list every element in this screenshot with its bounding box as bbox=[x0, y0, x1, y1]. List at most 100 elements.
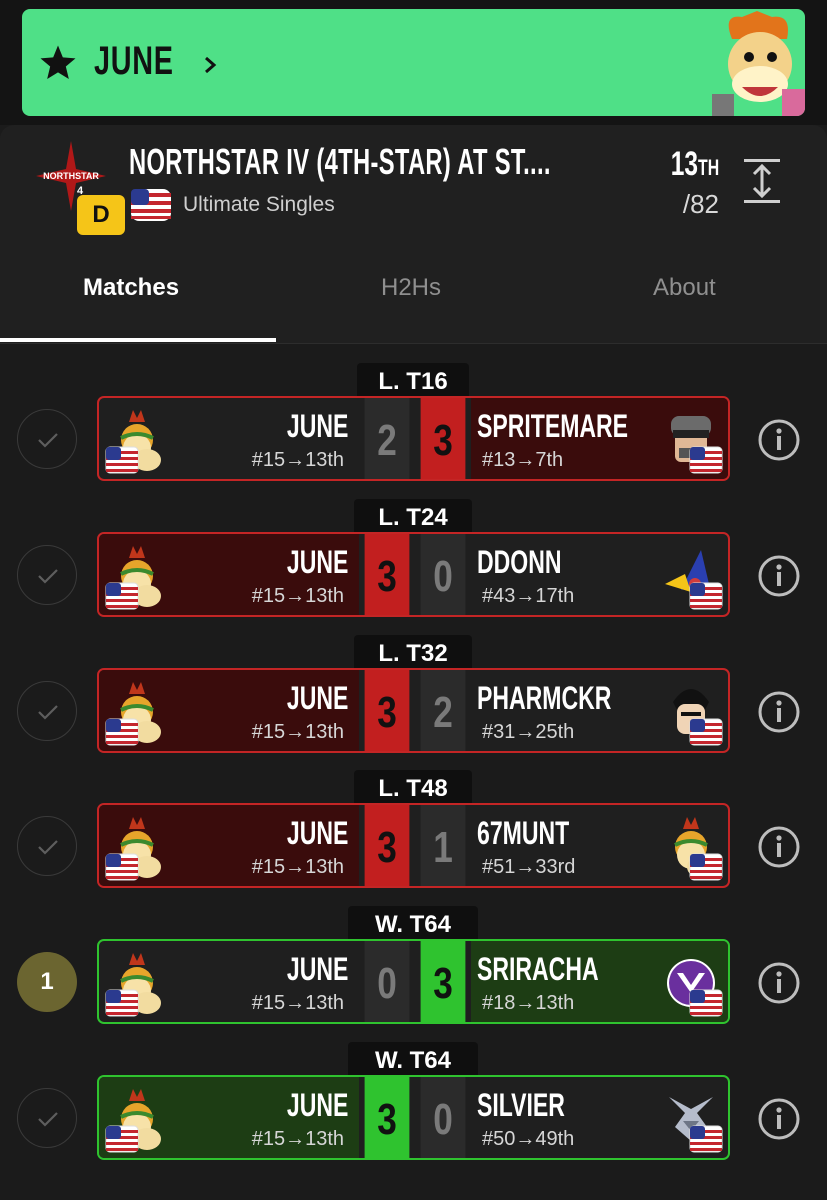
check-status[interactable] bbox=[17, 545, 77, 605]
check-icon bbox=[38, 705, 58, 720]
check-icon bbox=[38, 840, 58, 855]
right-player-name: PHARMCKR bbox=[477, 680, 612, 716]
right-player-seed: #43→17th bbox=[482, 585, 575, 607]
check-icon bbox=[38, 433, 58, 448]
set-box[interactable]: JUNE #15→13th 2 3 SPRITEMARE #13→7th bbox=[97, 396, 730, 481]
left-player-name: JUNE bbox=[286, 1087, 348, 1123]
set-box[interactable]: JUNE #15→13th 3 0 DDONN #43→17th bbox=[97, 532, 730, 617]
expand-icon[interactable] bbox=[742, 157, 782, 205]
player-avatar bbox=[712, 11, 805, 116]
right-player-name: SRIRACHA bbox=[477, 951, 599, 987]
match-row[interactable]: L. T16 JUNE #15→13th 2 3 SPRITEMARE #13→7th bbox=[0, 363, 827, 493]
info-icon[interactable] bbox=[757, 961, 801, 1005]
left-character-icon bbox=[105, 815, 167, 881]
left-character-icon bbox=[105, 680, 167, 746]
match-row[interactable]: W. T64 JUNE #15→13th 3 0 SILVIER #50→49th bbox=[0, 1042, 827, 1172]
tab-about[interactable]: About bbox=[653, 274, 716, 302]
left-score: 3 bbox=[364, 1077, 410, 1158]
check-status[interactable] bbox=[17, 681, 77, 741]
left-character-icon bbox=[105, 1087, 167, 1153]
right-player-name: DDONN bbox=[477, 544, 562, 580]
info-icon[interactable] bbox=[757, 1097, 801, 1141]
event-title[interactable]: NORTHSTAR IV (4TH-STAR) AT ST.... bbox=[129, 141, 551, 183]
right-score: 0 bbox=[420, 1077, 466, 1158]
right-player-seed: #13→7th bbox=[482, 449, 564, 471]
right-character-icon bbox=[661, 544, 723, 610]
left-character-icon bbox=[105, 544, 167, 610]
info-icon[interactable] bbox=[757, 825, 801, 869]
check-status[interactable] bbox=[17, 409, 77, 469]
right-score: 3 bbox=[420, 941, 466, 1022]
right-player-name: SILVIER bbox=[477, 1087, 565, 1123]
tab-bar: Matches H2Hs About bbox=[0, 260, 827, 344]
left-score: 3 bbox=[364, 805, 410, 886]
right-score: 2 bbox=[420, 670, 466, 751]
left-player-seed: #15→13th bbox=[251, 856, 344, 878]
check-status[interactable] bbox=[17, 816, 77, 876]
active-tab-indicator bbox=[0, 338, 276, 342]
check-icon bbox=[38, 569, 58, 584]
left-player-seed: #15→13th bbox=[251, 992, 344, 1014]
left-score: 3 bbox=[364, 534, 410, 615]
left-score: 3 bbox=[364, 670, 410, 751]
right-character-icon bbox=[661, 1087, 723, 1153]
unreported-badge[interactable]: 1 bbox=[17, 952, 77, 1012]
left-player-seed: #15→13th bbox=[251, 585, 344, 607]
placement: 13TH bbox=[670, 145, 719, 183]
info-icon[interactable] bbox=[757, 418, 801, 462]
round-label: L. T48 bbox=[354, 770, 472, 806]
us-flag-icon bbox=[131, 189, 171, 221]
set-box[interactable]: JUNE #15→13th 3 1 67MUNT #51→33rd bbox=[97, 803, 730, 888]
match-row[interactable]: L. T24 JUNE #15→13th 3 0 DDONN #43→17th bbox=[0, 499, 827, 629]
tab-h2hs[interactable]: H2Hs bbox=[381, 274, 441, 302]
left-player-seed: #15→13th bbox=[251, 721, 344, 743]
right-character-icon bbox=[661, 951, 723, 1017]
left-score: 0 bbox=[364, 941, 410, 1022]
event-card: NORTHSTAR 4 D NORTHSTAR IV (4TH-STAR) AT… bbox=[0, 125, 827, 344]
round-label: W. T64 bbox=[348, 906, 478, 942]
chevron-right-icon bbox=[205, 56, 217, 74]
svg-text:NORTHSTAR: NORTHSTAR bbox=[43, 171, 99, 181]
entrant-count: /82 bbox=[682, 189, 719, 219]
left-player-seed: #15→13th bbox=[251, 449, 344, 471]
left-player-name: JUNE bbox=[286, 680, 348, 716]
player-banner[interactable]: JUNE bbox=[22, 9, 805, 116]
round-label: W. T64 bbox=[348, 1042, 478, 1078]
right-player-name: SPRITEMARE bbox=[477, 408, 629, 444]
match-row[interactable]: L. T32 JUNE #15→13th 3 2 PHARMCKR #31→25th bbox=[0, 635, 827, 765]
match-row[interactable]: 1 W. T64 JUNE #15→13th 0 3 SRIRACHA #18→13th bbox=[0, 906, 827, 1036]
check-status[interactable] bbox=[17, 1088, 77, 1148]
right-character-icon bbox=[661, 815, 723, 881]
check-icon bbox=[38, 1112, 58, 1127]
left-player-name: JUNE bbox=[286, 815, 348, 851]
right-character-icon bbox=[661, 680, 723, 746]
right-player-name: 67MUNT bbox=[477, 815, 570, 851]
set-box[interactable]: JUNE #15→13th 0 3 SRIRACHA #18→13th bbox=[97, 939, 730, 1024]
top-bar: JUNE bbox=[0, 0, 827, 125]
info-icon[interactable] bbox=[757, 554, 801, 598]
right-player-seed: #18→13th bbox=[482, 992, 575, 1014]
event-game: Ultimate Singles bbox=[183, 193, 335, 216]
left-player-name: JUNE bbox=[286, 408, 348, 444]
left-player-seed: #15→13th bbox=[251, 1128, 344, 1150]
right-player-seed: #50→49th bbox=[482, 1128, 575, 1150]
info-icon[interactable] bbox=[757, 690, 801, 734]
left-character-icon bbox=[105, 951, 167, 1017]
left-character-icon bbox=[105, 408, 167, 474]
left-player-name: JUNE bbox=[286, 544, 348, 580]
player-name: JUNE bbox=[94, 39, 174, 83]
tier-badge: D bbox=[77, 195, 125, 235]
match-row[interactable]: L. T48 JUNE #15→13th 3 1 67MUNT #51→33rd bbox=[0, 770, 827, 900]
round-label: L. T16 bbox=[357, 363, 469, 399]
left-player-name: JUNE bbox=[286, 951, 348, 987]
right-score: 0 bbox=[420, 534, 466, 615]
right-character-icon bbox=[661, 408, 723, 474]
round-label: L. T24 bbox=[354, 499, 472, 535]
right-player-seed: #51→33rd bbox=[482, 856, 576, 878]
right-player-seed: #31→25th bbox=[482, 721, 575, 743]
set-box[interactable]: JUNE #15→13th 3 2 PHARMCKR #31→25th bbox=[97, 668, 730, 753]
right-score: 3 bbox=[420, 398, 466, 479]
set-box[interactable]: JUNE #15→13th 3 0 SILVIER #50→49th bbox=[97, 1075, 730, 1160]
tab-matches[interactable]: Matches bbox=[83, 274, 179, 302]
left-score: 2 bbox=[364, 398, 410, 479]
